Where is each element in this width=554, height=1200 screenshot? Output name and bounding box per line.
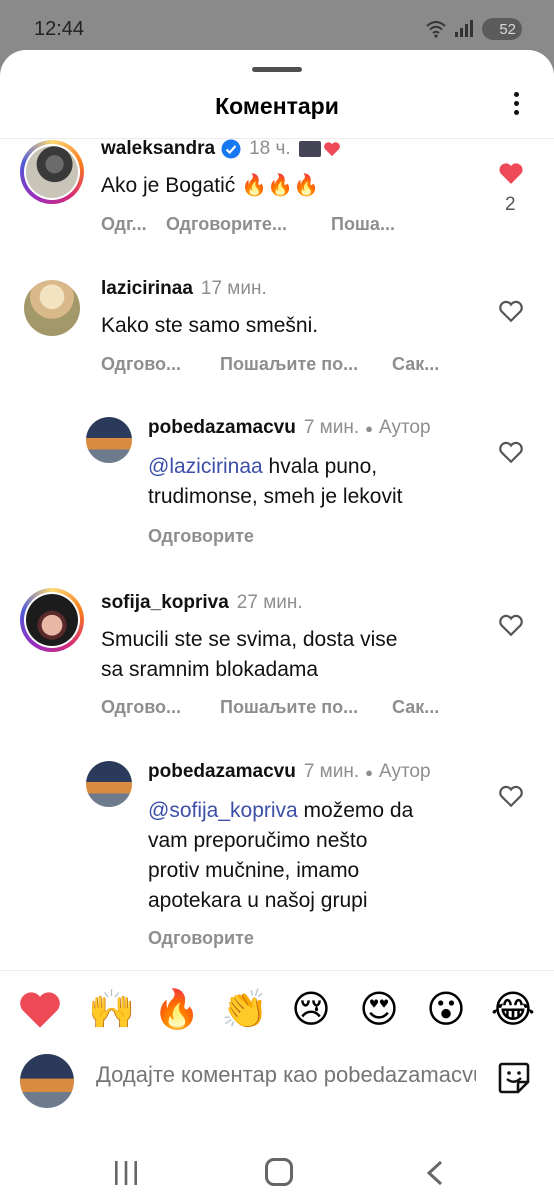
- like-heart-icon[interactable]: [498, 160, 524, 186]
- more-options-icon[interactable]: [506, 92, 526, 120]
- reply-button[interactable]: Одговорите: [148, 928, 254, 949]
- author-label: Аутор: [378, 761, 431, 782]
- emoji-surprised-button[interactable]: 😮: [423, 986, 469, 1032]
- comment-time: 17 мин.: [200, 278, 267, 299]
- emoji-quick-bar: 🙌 🔥 👏 😢 😍 😮 😂: [0, 986, 554, 1042]
- comment-username[interactable]: waleksandra: [101, 138, 215, 160]
- comment-meta: lazicirinaa 17 мин.: [101, 278, 267, 300]
- emoji-heart-button[interactable]: [18, 990, 62, 1030]
- comment-time: 27 мин.: [236, 592, 303, 613]
- avatar[interactable]: [20, 140, 84, 204]
- comment-time: 7 мин.: [303, 417, 360, 438]
- comment-time: 18 ч.: [249, 138, 291, 159]
- signal-icon: [455, 20, 473, 37]
- status-icons: 52: [426, 18, 522, 40]
- like-count: 2: [505, 194, 516, 215]
- like-heart-icon[interactable]: [498, 612, 524, 638]
- sticker-icon[interactable]: [496, 1060, 532, 1096]
- separator-dot: ●: [365, 764, 373, 780]
- comment-username[interactable]: pobedazamacvu: [148, 761, 296, 783]
- emoji-heart-eyes-button[interactable]: 😍: [356, 986, 402, 1032]
- comment-text: Smucili ste se svima, dosta vise sa sram…: [101, 625, 397, 685]
- emoji-clapping-button[interactable]: 👏: [221, 986, 268, 1032]
- comment-meta: sofija_kopriva 27 мин.: [101, 592, 303, 614]
- comment-meta: waleksandra 18 ч.: [101, 138, 341, 160]
- comment-text: Kako ste samo smešni.: [101, 314, 319, 337]
- avatar[interactable]: [86, 761, 132, 807]
- comment-item: waleksandra 18 ч. Ako je Bogatić 🔥🔥🔥 Одг…: [0, 138, 554, 288]
- sheet-title: Коментари: [215, 93, 339, 119]
- comment-text: @lazicirinaa hvala puno, trudimonse, sme…: [148, 452, 402, 512]
- comment-username[interactable]: lazicirinaa: [101, 278, 193, 300]
- comment-input[interactable]: [96, 1062, 476, 1088]
- comment-text-line: hvala puno,: [262, 455, 378, 478]
- comment-username[interactable]: pobedazamacvu: [148, 417, 296, 439]
- author-label: Аутор: [378, 417, 431, 438]
- separator-dot: ●: [365, 420, 373, 436]
- system-nav-bar: [0, 1140, 554, 1200]
- reply-button[interactable]: Одгово...: [101, 354, 181, 375]
- comment-text-line: možemo da: [297, 799, 414, 822]
- drag-handle[interactable]: [252, 67, 302, 72]
- mention-link[interactable]: @lazicirinaa: [148, 455, 263, 478]
- reply-button[interactable]: Одговорите: [148, 526, 254, 547]
- comment-text-line: sa sramnim blokadama: [101, 658, 319, 681]
- like-heart-icon[interactable]: [498, 783, 524, 809]
- save-button[interactable]: Сак...: [392, 354, 439, 375]
- reply-button[interactable]: Одг...: [101, 214, 147, 235]
- comment-item: sofija_kopriva 27 мин. Smucili ste se sv…: [0, 588, 554, 722]
- comment-meta: pobedazamacvu 7 мин. ● Аутор: [148, 417, 431, 439]
- creator-badge-icon: [298, 141, 321, 157]
- emoji-crying-button[interactable]: 😢: [288, 986, 334, 1032]
- emoji-raised-hands-button[interactable]: 🙌: [88, 986, 135, 1032]
- reply-button[interactable]: Одгово...: [101, 697, 181, 718]
- composer-divider: [0, 970, 554, 971]
- comment-text-line: vam preporučimo nešto: [148, 829, 368, 852]
- save-button[interactable]: Сак...: [392, 697, 439, 718]
- avatar[interactable]: [86, 417, 132, 463]
- heart-badge-icon: [323, 142, 340, 157]
- avatar[interactable]: [20, 588, 84, 652]
- reply-item: pobedazamacvu 7 мин. ● Аутор @lazicirina…: [0, 417, 554, 567]
- comment-item: lazicirinaa 17 мин. Kako ste samo smešni…: [0, 278, 554, 388]
- avatar[interactable]: [24, 280, 80, 336]
- wifi-icon: [426, 21, 446, 38]
- comment-text: Ako je Bogatić 🔥🔥🔥: [101, 174, 320, 197]
- comment-composer: [0, 1054, 554, 1114]
- reply-suggestion-button[interactable]: Одговорите...: [166, 214, 287, 235]
- send-button[interactable]: Поша...: [331, 214, 395, 235]
- comment-text-line: protiv mučnine, imamo: [148, 859, 360, 882]
- comment-text-line: Smucili ste se svima, dosta vise: [101, 628, 398, 651]
- comment-text: @sofija_kopriva možemo da vam preporučim…: [148, 796, 413, 916]
- comment-time: 7 мин.: [303, 761, 360, 782]
- current-user-avatar: [20, 1054, 74, 1108]
- send-button[interactable]: Пошаљите по...: [220, 697, 358, 718]
- send-button[interactable]: Пошаљите по...: [220, 354, 358, 375]
- battery-indicator: 52: [482, 18, 522, 40]
- like-heart-icon[interactable]: [498, 439, 524, 465]
- comment-text-line: trudimonse, smeh je lekovit: [148, 485, 403, 508]
- battery-level: 52: [499, 20, 516, 38]
- emoji-laughing-button[interactable]: 😂: [490, 986, 536, 1032]
- comment-meta: pobedazamacvu 7 мин. ● Аутор: [148, 761, 431, 783]
- verified-badge-icon: [221, 139, 241, 159]
- mention-link[interactable]: @sofija_kopriva: [148, 799, 298, 822]
- status-time: 12:44: [34, 18, 85, 40]
- recents-icon[interactable]: [112, 1160, 140, 1186]
- reply-item: pobedazamacvu 7 мин. ● Аутор @sofija_kop…: [0, 761, 554, 961]
- emoji-fire-button[interactable]: 🔥: [153, 986, 200, 1032]
- like-heart-icon[interactable]: [498, 298, 524, 324]
- comment-username[interactable]: sofija_kopriva: [101, 592, 229, 614]
- home-icon[interactable]: [265, 1158, 293, 1186]
- comment-text-line: apotekara u našoj grupi: [148, 889, 368, 912]
- comments-sheet: Коментари waleksandra 18 ч. Ako je Bogat…: [0, 50, 554, 1200]
- back-icon[interactable]: [424, 1160, 446, 1186]
